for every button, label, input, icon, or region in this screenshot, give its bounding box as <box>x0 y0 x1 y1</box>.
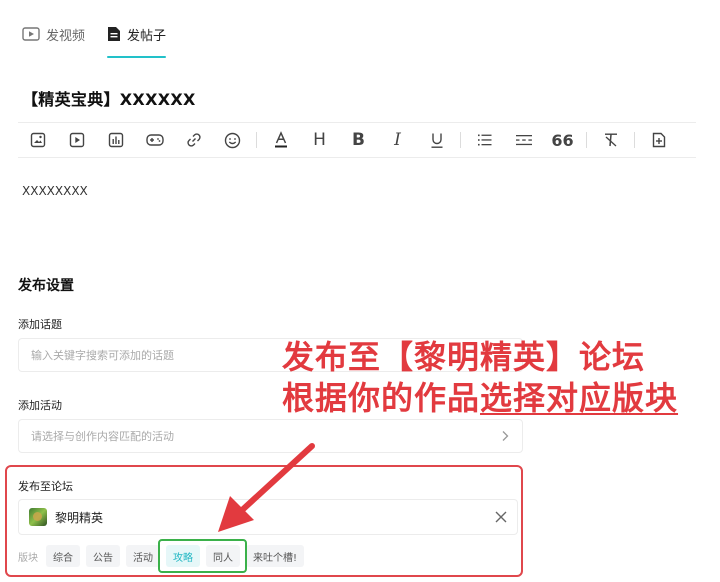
toolbar-divider <box>256 132 257 148</box>
annotation-line-2: 根据你的作品选择对应版块 <box>282 373 678 419</box>
gamepad-icon[interactable] <box>135 122 174 158</box>
chevron-right-icon <box>502 431 509 441</box>
tab-post-article[interactable]: 发帖子 <box>107 18 167 58</box>
divider-icon[interactable] <box>504 122 543 158</box>
video-icon[interactable] <box>57 122 96 158</box>
publish-settings-heading: 发布设置 <box>18 278 74 294</box>
post-title-input[interactable]: 【精英宝典】XXXXXX <box>22 86 196 110</box>
section-chip-general[interactable]: 综合 <box>46 545 80 567</box>
font-color-icon[interactable] <box>261 122 300 158</box>
chart-icon[interactable] <box>96 122 135 158</box>
image-icon[interactable] <box>18 122 57 158</box>
video-icon <box>22 27 40 41</box>
emoji-icon[interactable] <box>213 122 252 158</box>
topic-placeholder: 输入关键字搜索可添加的话题 <box>31 349 174 362</box>
topic-label: 添加话题 <box>18 318 62 331</box>
activity-placeholder: 请选择与创作内容匹配的活动 <box>31 430 174 443</box>
selected-section-highlight <box>158 539 247 573</box>
section-chip-announcement[interactable]: 公告 <box>86 545 120 567</box>
annotation-line-1: 发布至【黎明精英】论坛 <box>282 338 646 376</box>
document-icon <box>108 27 121 41</box>
forum-label: 发布至论坛 <box>18 480 73 493</box>
insert-icon[interactable] <box>639 122 678 158</box>
sections-label: 版块 <box>18 552 38 564</box>
clear-format-icon[interactable] <box>591 122 630 158</box>
forum-name: 黎明精英 <box>55 510 104 525</box>
toolbar-divider <box>586 132 587 148</box>
activity-label: 添加活动 <box>18 399 62 412</box>
heading-icon[interactable]: H <box>300 122 339 158</box>
italic-icon[interactable]: I <box>378 122 417 158</box>
tab-label: 发视频 <box>46 28 86 44</box>
close-icon[interactable] <box>493 509 509 525</box>
annotation-line-2-underlined: 选择对应版块 <box>480 379 679 417</box>
post-body-editor[interactable]: XXXXXXXX <box>22 184 88 198</box>
editor-toolbar: H B I 66 <box>18 122 696 158</box>
section-chip-event[interactable]: 活动 <box>126 545 160 567</box>
quote-icon[interactable]: 66 <box>543 122 582 158</box>
tab-label: 发帖子 <box>127 28 167 44</box>
publish-tabs: 发视频 发帖子 <box>22 18 167 58</box>
annotation-arrow-icon <box>218 443 315 532</box>
annotation-line-2-text: 根据你的作品 <box>282 379 481 417</box>
tab-post-video[interactable]: 发视频 <box>22 18 85 50</box>
forum-avatar <box>29 508 47 526</box>
toolbar-divider <box>634 132 635 148</box>
section-chip-rant[interactable]: 来吐个槽! <box>246 545 305 567</box>
bold-icon[interactable]: B <box>339 122 378 158</box>
bullet-list-icon[interactable] <box>465 122 504 158</box>
link-icon[interactable] <box>174 122 213 158</box>
toolbar-divider <box>460 132 461 148</box>
underline-icon[interactable] <box>417 122 456 158</box>
